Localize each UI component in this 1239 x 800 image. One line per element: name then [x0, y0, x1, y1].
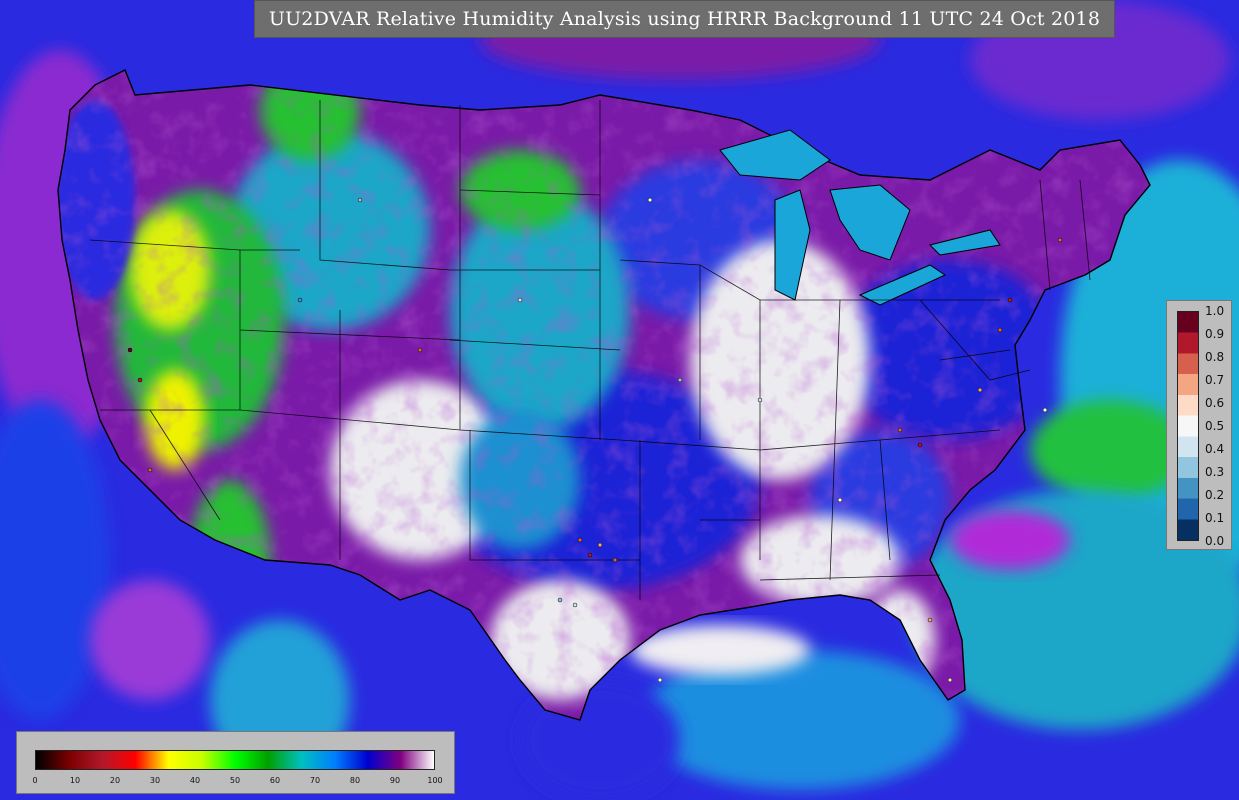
rh-tick-label: 50 — [229, 776, 241, 785]
rh-colorbar-gradient — [35, 750, 435, 770]
rh-tick-label: 30 — [149, 776, 161, 785]
obs-tick-label: 0.6 — [1205, 396, 1225, 410]
obs-tick-label: 0.1 — [1205, 511, 1225, 525]
rh-tick-label: 40 — [189, 776, 201, 785]
humidity-map — [0, 0, 1239, 800]
rh-colorbar: 0 10 20 30 40 50 60 70 80 90 100 — [16, 731, 455, 794]
obs-tick-label: 1.0 — [1205, 304, 1225, 318]
rh-tick-label: 70 — [309, 776, 321, 785]
rh-tick-label: 100 — [427, 776, 443, 785]
map-title-box: UU2DVAR Relative Humidity Analysis using… — [254, 0, 1115, 38]
obs-tick-label: 0.3 — [1205, 465, 1225, 479]
obs-tick-label: 0.0 — [1205, 534, 1225, 548]
obs-tick-label: 0.4 — [1205, 442, 1225, 456]
obs-tick-label: 0.2 — [1205, 488, 1225, 502]
obs-tick-label: 0.8 — [1205, 350, 1225, 364]
rh-tick-label: 0 — [32, 776, 38, 785]
obs-tick-label: 0.7 — [1205, 373, 1225, 387]
obs-tick-label: 0.9 — [1205, 327, 1225, 341]
map-title: UU2DVAR Relative Humidity Analysis using… — [268, 8, 1101, 30]
observation-colorbar: 1.0 0.9 0.8 0.7 0.6 0.5 0.4 0.3 0.2 0.1 … — [1166, 300, 1232, 550]
obs-tick-label: 0.5 — [1205, 419, 1225, 433]
rh-tick-label: 90 — [389, 776, 401, 785]
rh-tick-label: 80 — [349, 776, 361, 785]
rh-tick-label: 10 — [69, 776, 81, 785]
observation-colorbar-gradient — [1177, 311, 1199, 541]
rh-tick-label: 60 — [269, 776, 281, 785]
rh-tick-label: 20 — [109, 776, 121, 785]
